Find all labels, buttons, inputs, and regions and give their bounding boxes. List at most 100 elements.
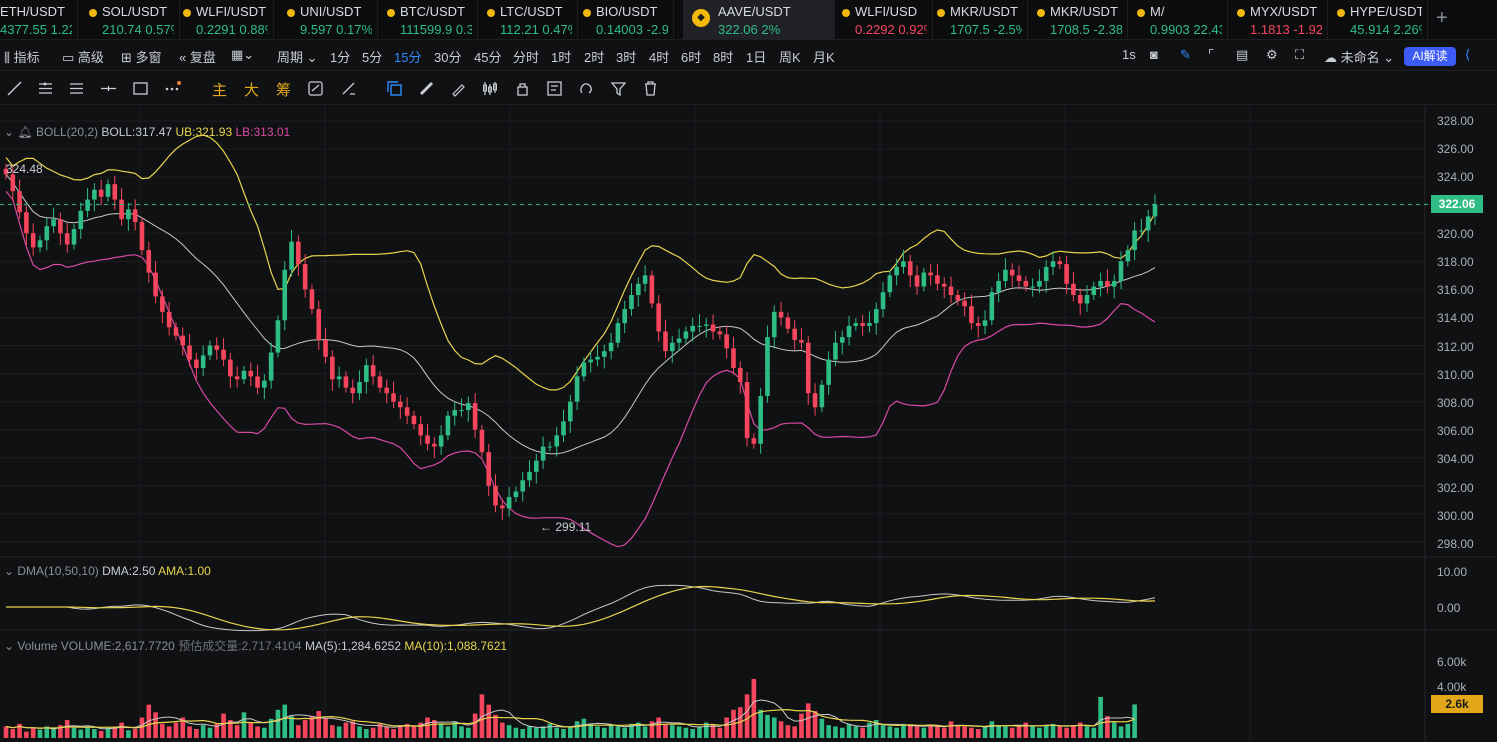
interval-5[interactable]: 分时 [513, 47, 539, 66]
filter-icon[interactable] [610, 80, 627, 97]
copy-icon[interactable] [386, 80, 403, 97]
symbol-tab[interactable]: ETH/USDT 4377.55 1.22 [0, 0, 78, 40]
tab-symbol: LTC/USDT [500, 4, 563, 19]
horizontal-lines-icon[interactable] [68, 80, 85, 97]
symbol-tab[interactable]: UNI/USDT 9.597 0.17% [280, 0, 378, 40]
volume-bar [826, 725, 831, 738]
volume-bar [941, 727, 947, 738]
candle-body [527, 471, 532, 481]
symbol-tab[interactable]: WLFI/USD 0.2292 0.92% [835, 0, 933, 40]
candle-body [1077, 295, 1083, 304]
volume-bar [384, 726, 390, 738]
interval-10[interactable]: 6时 [681, 47, 701, 66]
sync-icon[interactable] [307, 80, 324, 97]
collapse-icon[interactable]: ⌄ [4, 125, 17, 139]
candle-body [799, 339, 804, 343]
crosshair-icon[interactable] [100, 80, 117, 97]
dma-tick: 0.00 [1437, 601, 1461, 615]
layout-dropdown[interactable]: ▦⌄ [231, 47, 254, 63]
line-tool-icon[interactable] [6, 80, 23, 97]
volume-bar [343, 722, 349, 738]
symbol-tab[interactable]: BIO/USDT 0.14003 -2.9 [576, 0, 674, 40]
candle-body [398, 401, 403, 408]
replay-icon: « [179, 50, 190, 65]
replay-button[interactable]: « 复盘 [179, 47, 216, 66]
template-icon[interactable]: ▤ [1236, 47, 1248, 63]
interval-0[interactable]: 1分 [330, 47, 350, 66]
interval-14[interactable]: 月K [813, 47, 835, 66]
volume-bar [554, 727, 560, 738]
layout-name-dropdown[interactable]: ☁ 未命名 ⌄ [1324, 47, 1394, 66]
camera-icon[interactable]: ◙ [1150, 47, 1158, 62]
advanced-button[interactable]: ▭ 高级 [62, 47, 104, 66]
symbol-tab[interactable]: M/0.9903 22.43 [1130, 0, 1228, 40]
candle-body [282, 269, 288, 321]
main-indicator-button[interactable]: 主 [212, 79, 227, 100]
volume-bar [901, 723, 906, 738]
symbol-tab[interactable]: MKR/USDT 1707.5 -2.5% [930, 0, 1028, 40]
interval-13[interactable]: 周K [779, 47, 801, 66]
candle-body [51, 219, 56, 227]
interval-8[interactable]: 3时 [616, 47, 636, 66]
volume-bar [860, 727, 865, 738]
candle-body [71, 229, 77, 245]
more-tools-icon[interactable] [164, 80, 181, 97]
pencil-icon[interactable]: ✎ [1180, 47, 1191, 63]
volume-bar [506, 725, 512, 738]
symbol-tab[interactable]: ◆ AAVE/USDT 322.06 2% [683, 0, 835, 40]
ruler-icon[interactable] [418, 80, 435, 97]
period-dropdown[interactable]: 周期 ⌄ [277, 47, 318, 66]
candle-body [724, 334, 729, 349]
interval-6[interactable]: 1时 [551, 47, 571, 66]
symbol-tab[interactable]: WLFI/USDT 0.2291 0.88% [176, 0, 274, 40]
candle-body [540, 446, 546, 461]
share-icon[interactable]: ⟨ [1465, 47, 1470, 63]
parallel-lines-icon[interactable] [37, 80, 54, 97]
indicators-button[interactable]: ⫼ 指标 [4, 47, 40, 66]
rectangle-icon[interactable] [132, 80, 149, 97]
candles-icon[interactable] [482, 80, 499, 97]
measure-icon[interactable] [340, 80, 357, 97]
interval-2[interactable]: 15分 [394, 47, 421, 66]
multi-window-button[interactable]: ⊞ 多窗 [121, 47, 162, 66]
lock-icon[interactable] [514, 80, 531, 97]
crop-icon[interactable]: ⌜ [1208, 47, 1214, 63]
interval-4[interactable]: 45分 [474, 47, 501, 66]
symbol-tab[interactable]: BTC/USDT 111599.9 0.3 [380, 0, 478, 40]
interval-9[interactable]: 4时 [649, 47, 669, 66]
magnet-icon[interactable] [578, 80, 595, 97]
symbol-tab[interactable]: SOL/USDT 210.74 0.57% [82, 0, 180, 40]
brush-icon[interactable] [450, 80, 467, 97]
volume-bar [935, 726, 940, 738]
symbol-tab[interactable]: HYPE/USDT 45.914 2.26% [1330, 0, 1428, 40]
candle-body [812, 393, 818, 408]
ai-analysis-button[interactable]: AI解读 [1404, 47, 1456, 66]
price-tick: 308.00 [1437, 396, 1474, 410]
candle-body [914, 275, 920, 287]
chips-button[interactable]: 筹 [276, 79, 291, 100]
note-icon[interactable] [546, 80, 563, 97]
interval-11[interactable]: 8时 [713, 47, 733, 66]
interval-12[interactable]: 1日 [746, 47, 766, 66]
interval-7[interactable]: 2时 [584, 47, 604, 66]
refresh-rate[interactable]: 1s [1122, 47, 1136, 62]
big-order-button[interactable]: 大 [244, 79, 259, 100]
add-tab-icon[interactable]: + [1436, 7, 1448, 30]
collapse-icon[interactable]: ⌄ [4, 639, 17, 653]
interval-3[interactable]: 30分 [434, 47, 461, 66]
symbol-tab[interactable]: LTC/USDT 112.21 0.47% [480, 0, 578, 40]
candle-body [330, 356, 335, 380]
candle-body [214, 345, 220, 350]
collapse-icon[interactable]: ⌄ [4, 564, 17, 578]
candle-body [370, 365, 376, 377]
candle-body [737, 367, 743, 383]
candle-body [608, 342, 614, 352]
symbol-tab[interactable]: MYX/USDT 1.1813 -1.92 [1230, 0, 1328, 40]
trash-icon[interactable] [642, 80, 659, 97]
fullscreen-icon[interactable]: ⛶ [1295, 47, 1304, 63]
symbol-tab[interactable]: MKR/USDT 1708.5 -2.38 [1030, 0, 1128, 40]
interval-1[interactable]: 5分 [362, 47, 382, 66]
settings-icon[interactable]: ⚙ [1266, 47, 1278, 63]
bell-icon[interactable]: 🔔︎ [17, 125, 32, 139]
candle-body [717, 331, 723, 335]
